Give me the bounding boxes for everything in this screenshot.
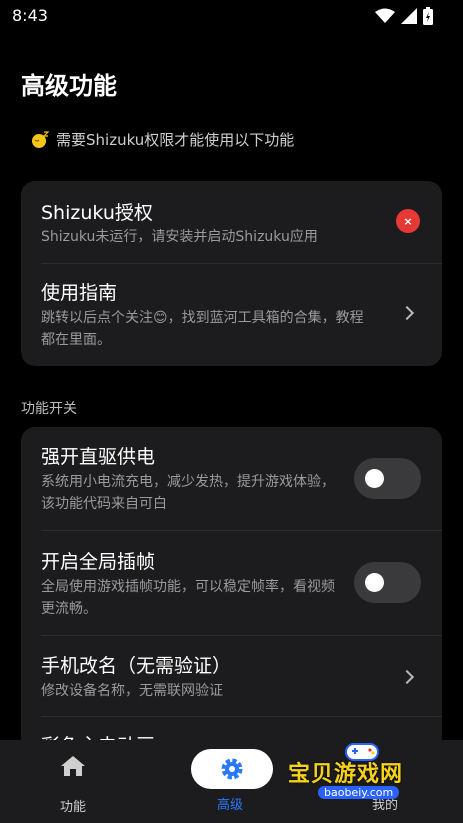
frame-interp-title: 开启全局插帧 xyxy=(41,551,156,573)
home-icon xyxy=(61,756,85,776)
gear-icon xyxy=(221,758,243,780)
watermark: 宝贝游戏网 baobeiy.com xyxy=(288,738,438,808)
frame-interp-row: 开启全局插帧 全局使用游戏插帧功能，可以稳定帧率，看视频更流畅。 xyxy=(21,531,442,635)
guide-title: 使用指南 xyxy=(41,282,118,304)
notice-text: 需要Shizuku权限才能使用以下功能 xyxy=(56,131,295,149)
nav-label-advanced: 高级 xyxy=(217,798,244,813)
section-label: 功能开关 xyxy=(21,401,77,417)
shizuku-auth-desc: Shizuku未运行，请安装并启动Shizuku应用 xyxy=(41,229,318,245)
wifi-icon xyxy=(375,8,395,23)
status-icons xyxy=(375,7,433,25)
nav-label-features: 功能 xyxy=(59,800,86,815)
toggle-knob xyxy=(365,469,384,488)
watermark-text: 宝贝游戏网 xyxy=(288,762,404,787)
status-time: 8:43 xyxy=(12,6,48,25)
toggle-knob xyxy=(365,573,384,592)
rename-row[interactable]: 手机改名（无需验证） 修改设备名称，无需联网验证 xyxy=(21,636,442,716)
force-charge-row: 强开直驱供电 系统用小电流充电，减少发热，提升游戏体验，该功能代码来自可白 xyxy=(21,427,442,530)
sleepy-emoji-icon xyxy=(32,130,50,148)
chevron-right-icon xyxy=(399,669,415,685)
auth-card: Shizuku授权 Shizuku未运行，请安装并启动Shizuku应用 × 使… xyxy=(21,181,442,366)
nav-tab-advanced[interactable] xyxy=(191,749,273,789)
status-bar: 8:43 xyxy=(0,0,463,32)
guide-desc: 跳转以后点个关注😊，找到蓝河工具箱的合集，教程都在里面。 xyxy=(41,310,364,348)
nav-tab-features[interactable]: 功能 xyxy=(45,754,101,815)
chevron-right-icon xyxy=(399,305,415,321)
guide-row[interactable]: 使用指南 跳转以后点个关注😊，找到蓝河工具箱的合集，教程都在里面。 xyxy=(21,264,442,366)
frame-interp-desc: 全局使用游戏插帧功能，可以稳定帧率，看视频更流畅。 xyxy=(41,579,335,617)
frame-interp-toggle[interactable] xyxy=(354,562,421,603)
shizuku-auth-title: Shizuku授权 xyxy=(41,202,153,224)
rename-desc: 修改设备名称，无需联网验证 xyxy=(41,683,223,699)
error-close-icon[interactable]: × xyxy=(396,209,420,233)
rename-title: 手机改名（无需验证） xyxy=(41,655,232,677)
force-charge-desc: 系统用小电流充电，减少发热，提升游戏体验，该功能代码来自可白 xyxy=(41,474,335,512)
page-title: 高级功能 xyxy=(21,72,117,100)
notice: 需要Shizuku权限才能使用以下功能 xyxy=(30,129,294,150)
force-charge-title: 强开直驱供电 xyxy=(41,446,156,468)
battery-icon xyxy=(423,7,433,25)
switches-card: 强开直驱供电 系统用小电流充电，减少发热，提升游戏体验，该功能代码来自可白 开启… xyxy=(21,427,442,757)
watermark-url: baobeiy.com xyxy=(318,786,400,799)
signal-icon xyxy=(401,8,417,24)
force-charge-toggle[interactable] xyxy=(354,458,421,499)
shizuku-auth-row[interactable]: Shizuku授权 Shizuku未运行，请安装并启动Shizuku应用 × xyxy=(21,181,442,263)
